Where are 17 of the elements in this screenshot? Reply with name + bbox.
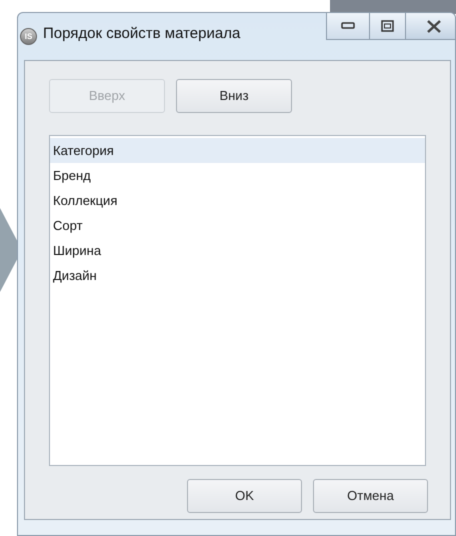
close-icon (426, 20, 442, 32)
minimize-button[interactable] (326, 13, 370, 40)
app-icon: IS (20, 28, 37, 45)
close-button[interactable] (406, 13, 455, 40)
list-item[interactable]: Коллекция (50, 188, 425, 213)
maximize-button[interactable] (370, 13, 406, 40)
list-item[interactable]: Ширина (50, 238, 425, 263)
list-item[interactable]: Сорт (50, 213, 425, 238)
move-button[interactable]: Вниз (176, 79, 292, 113)
window-title: Порядок свойств материала (43, 24, 240, 44)
list-item[interactable]: Дизайн (50, 263, 425, 288)
dialog-button[interactable]: OK (187, 479, 302, 513)
maximize-icon (381, 20, 394, 32)
list-item[interactable]: Бренд (50, 163, 425, 188)
list-item[interactable]: Категория (50, 138, 425, 163)
dialog-button[interactable]: Отмена (313, 479, 428, 513)
minimize-icon (341, 22, 355, 30)
